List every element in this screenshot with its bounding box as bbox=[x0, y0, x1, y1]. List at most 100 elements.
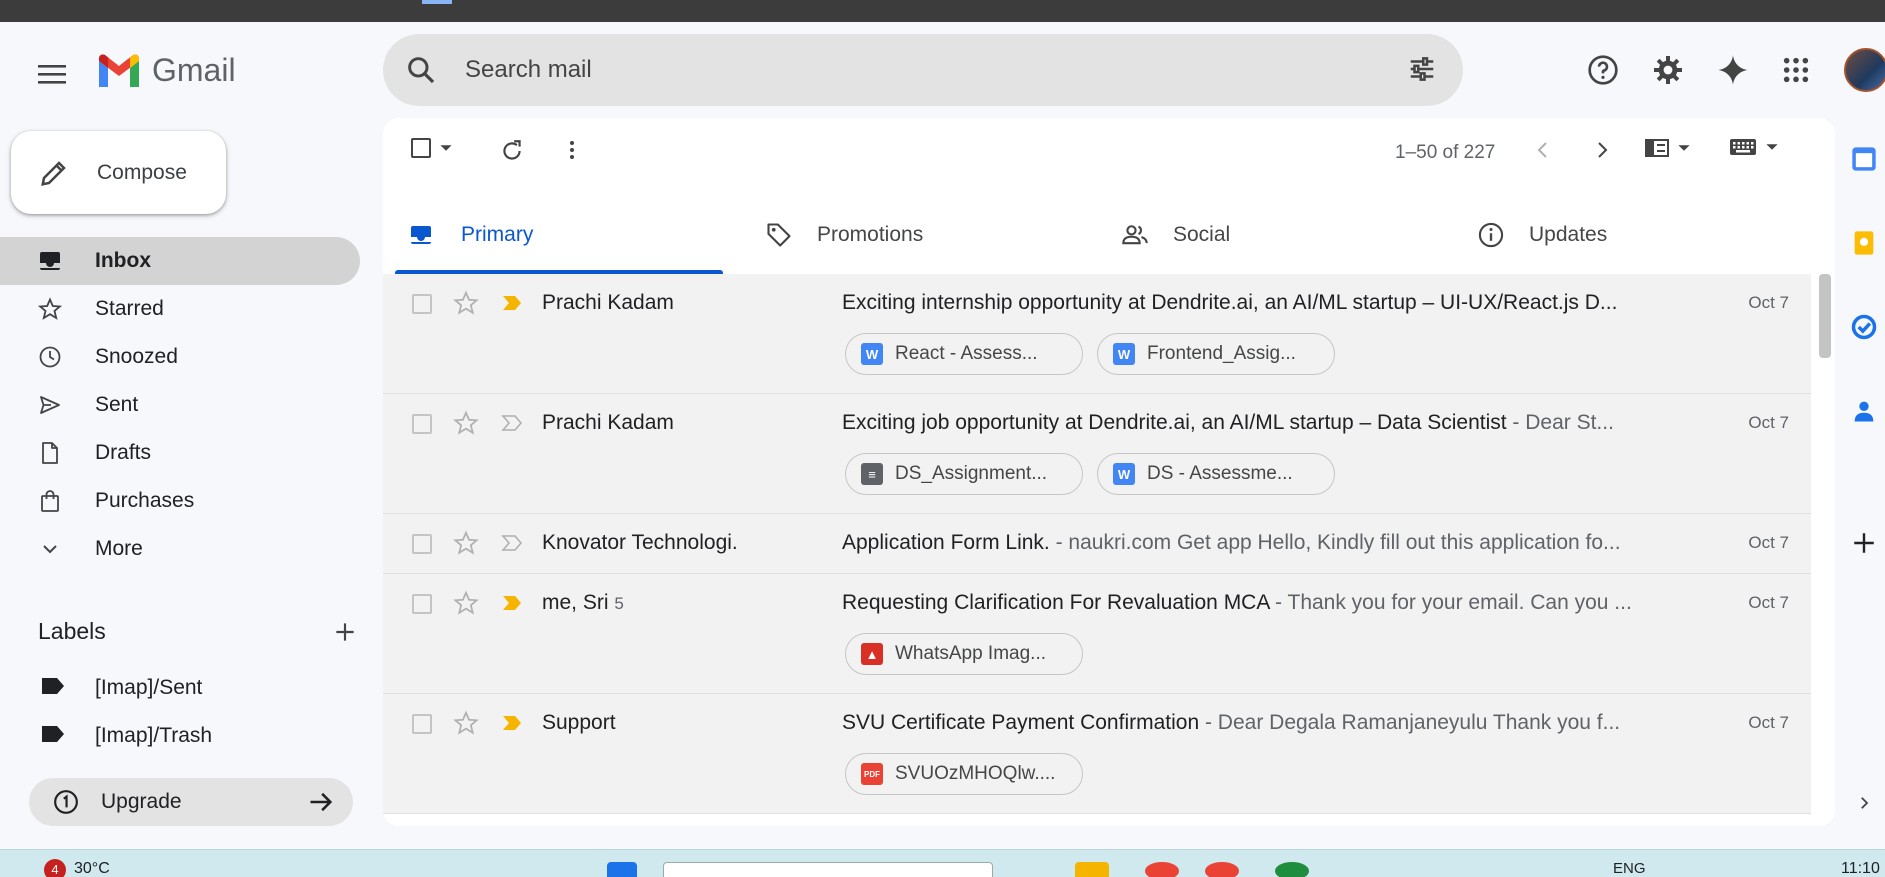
compose-button[interactable]: Compose bbox=[11, 131, 226, 214]
important-marker-icon[interactable] bbox=[501, 592, 523, 614]
keep-app-button[interactable] bbox=[1847, 226, 1881, 260]
tasks-app-button[interactable] bbox=[1847, 310, 1881, 344]
attachment-chip[interactable]: W DS - Assessme... bbox=[1097, 453, 1335, 495]
row-checkbox[interactable] bbox=[412, 594, 432, 614]
more-actions-button[interactable] bbox=[560, 138, 584, 162]
weather-widget[interactable]: 30°C bbox=[74, 860, 110, 877]
sidebar-item-inbox[interactable]: Inbox bbox=[0, 237, 360, 285]
important-marker-icon[interactable] bbox=[501, 292, 523, 314]
attachment-chip[interactable]: PDF SVUOzMHOQlw.... bbox=[845, 753, 1083, 795]
tab-updates[interactable]: Updates bbox=[1463, 196, 1819, 274]
email-row[interactable]: Prachi Kadam Exciting job opportunity at… bbox=[383, 394, 1811, 514]
sidebar-item-purchases[interactable]: Purchases bbox=[0, 477, 360, 525]
row-checkbox[interactable] bbox=[412, 534, 432, 554]
calendar-app-button[interactable] bbox=[1847, 142, 1881, 176]
email-row[interactable]: me, Sri 5 Requesting Clarification For R… bbox=[383, 574, 1811, 694]
star-icon[interactable] bbox=[453, 530, 479, 556]
people-icon bbox=[1122, 225, 1148, 245]
more-vert-icon bbox=[570, 141, 574, 159]
attachment-chip[interactable]: W React - Assess... bbox=[845, 333, 1083, 375]
calendar-icon bbox=[1852, 147, 1876, 171]
sidebar-label-imap-sent[interactable]: [Imap]/Sent bbox=[0, 664, 360, 712]
sidebar-item-drafts[interactable]: Drafts bbox=[0, 429, 360, 477]
gear-icon bbox=[1654, 56, 1682, 84]
contacts-app-button[interactable] bbox=[1847, 394, 1881, 428]
windows-start-icon[interactable] bbox=[607, 862, 637, 877]
label-icon bbox=[42, 725, 64, 742]
email-subject: Requesting Clarification For Revaluation… bbox=[842, 591, 1270, 614]
apps-button[interactable] bbox=[1774, 48, 1818, 92]
input-tools-toggle[interactable] bbox=[1729, 138, 1779, 156]
labels-title: Labels bbox=[38, 618, 106, 644]
chrome-icon[interactable] bbox=[1145, 862, 1179, 877]
sidebar-item-snoozed[interactable]: Snoozed bbox=[0, 333, 360, 381]
show-side-panel-button[interactable] bbox=[1847, 786, 1881, 820]
search-options-icon[interactable] bbox=[1407, 54, 1437, 84]
email-row[interactable]: Knovator Technologi. Application Form Li… bbox=[383, 514, 1811, 574]
email-list-scrollbar[interactable] bbox=[1819, 274, 1831, 826]
older-page-button[interactable] bbox=[1590, 138, 1614, 162]
search-bar[interactable] bbox=[383, 34, 1463, 106]
file-explorer-icon[interactable] bbox=[1075, 862, 1109, 877]
star-icon[interactable] bbox=[453, 410, 479, 436]
taskbar-search-box[interactable] bbox=[663, 862, 993, 877]
sidebar-label-name: [Imap]/Trash bbox=[95, 724, 213, 747]
email-row[interactable]: Prachi Kadam Exciting internship opportu… bbox=[383, 274, 1811, 394]
sidebar-item-more[interactable]: More bbox=[0, 525, 360, 573]
account-avatar[interactable] bbox=[1844, 48, 1885, 92]
support-button[interactable] bbox=[1581, 48, 1625, 92]
sidebar-item-sent[interactable]: Sent bbox=[0, 381, 360, 429]
important-marker-icon[interactable] bbox=[501, 412, 523, 434]
chrome-profile-icon[interactable] bbox=[1205, 862, 1239, 877]
row-checkbox[interactable] bbox=[412, 414, 432, 434]
email-summary: Exciting internship opportunity at Dendr… bbox=[842, 291, 1642, 315]
tab-promotions[interactable]: Promotions bbox=[751, 196, 1107, 274]
split-pane-toggle[interactable] bbox=[1645, 138, 1691, 158]
sidebar-item-label: Snoozed bbox=[95, 345, 178, 368]
row-checkbox[interactable] bbox=[412, 714, 432, 734]
contacts-icon bbox=[1854, 401, 1874, 422]
search-icon[interactable] bbox=[405, 54, 437, 86]
newer-page-button[interactable] bbox=[1531, 138, 1555, 162]
important-marker-icon[interactable] bbox=[501, 532, 523, 554]
caret-down-icon bbox=[440, 145, 452, 151]
header: Gmail bbox=[0, 22, 1885, 118]
gmail-logo[interactable]: Gmail bbox=[96, 52, 236, 89]
compose-label: Compose bbox=[97, 160, 187, 184]
sidebar-item-starred[interactable]: Starred bbox=[0, 285, 360, 333]
star-icon[interactable] bbox=[453, 590, 479, 616]
get-addons-button[interactable] bbox=[1847, 526, 1881, 560]
star-icon[interactable] bbox=[453, 290, 479, 316]
search-input[interactable] bbox=[465, 52, 1365, 88]
tab-primary[interactable]: Primary bbox=[395, 196, 751, 274]
refresh-button[interactable] bbox=[499, 138, 525, 164]
add-label-icon[interactable] bbox=[332, 619, 358, 645]
sidebar-label-imap-trash[interactable]: [Imap]/Trash bbox=[0, 712, 360, 760]
gmail-m-icon bbox=[99, 53, 139, 87]
label-icon bbox=[42, 677, 64, 694]
upgrade-button[interactable]: Upgrade bbox=[29, 778, 353, 826]
arrow-right-icon bbox=[310, 792, 333, 812]
nav-list: Inbox Starred Snoozed Sent Drafts Purcha… bbox=[0, 237, 360, 573]
email-subject: Application Form Link. bbox=[842, 531, 1050, 554]
email-row[interactable]: Support SVU Certificate Payment Confirma… bbox=[383, 694, 1811, 814]
main-menu-button[interactable] bbox=[30, 52, 74, 96]
select-all-checkbox[interactable] bbox=[411, 138, 453, 158]
email-summary: Application Form Link. - naukri.com Get … bbox=[842, 531, 1642, 555]
important-marker-icon[interactable] bbox=[501, 712, 523, 734]
tab-social[interactable]: Social bbox=[1107, 196, 1463, 274]
scrollbar-thumb[interactable] bbox=[1819, 274, 1831, 358]
attachment-chip[interactable]: W Frontend_Assig... bbox=[1097, 333, 1335, 375]
row-checkbox[interactable] bbox=[412, 294, 432, 314]
settings-button[interactable] bbox=[1646, 48, 1690, 92]
email-subject: SVU Certificate Payment Confirmation bbox=[842, 711, 1200, 734]
input-language-indicator[interactable]: ENG bbox=[1613, 860, 1646, 877]
star-icon[interactable] bbox=[453, 710, 479, 736]
system-clock[interactable]: 11:10 bbox=[1841, 860, 1880, 877]
sidebar-item-label: Starred bbox=[95, 297, 164, 320]
attachment-chip[interactable]: ≡ DS_Assignment... bbox=[845, 453, 1083, 495]
pdf-file-icon: PDF bbox=[861, 763, 883, 785]
whatsapp-icon[interactable] bbox=[1275, 862, 1309, 877]
gemini-button[interactable] bbox=[1711, 48, 1755, 92]
attachment-chip[interactable]: ▲ WhatsApp Imag... bbox=[845, 633, 1083, 675]
